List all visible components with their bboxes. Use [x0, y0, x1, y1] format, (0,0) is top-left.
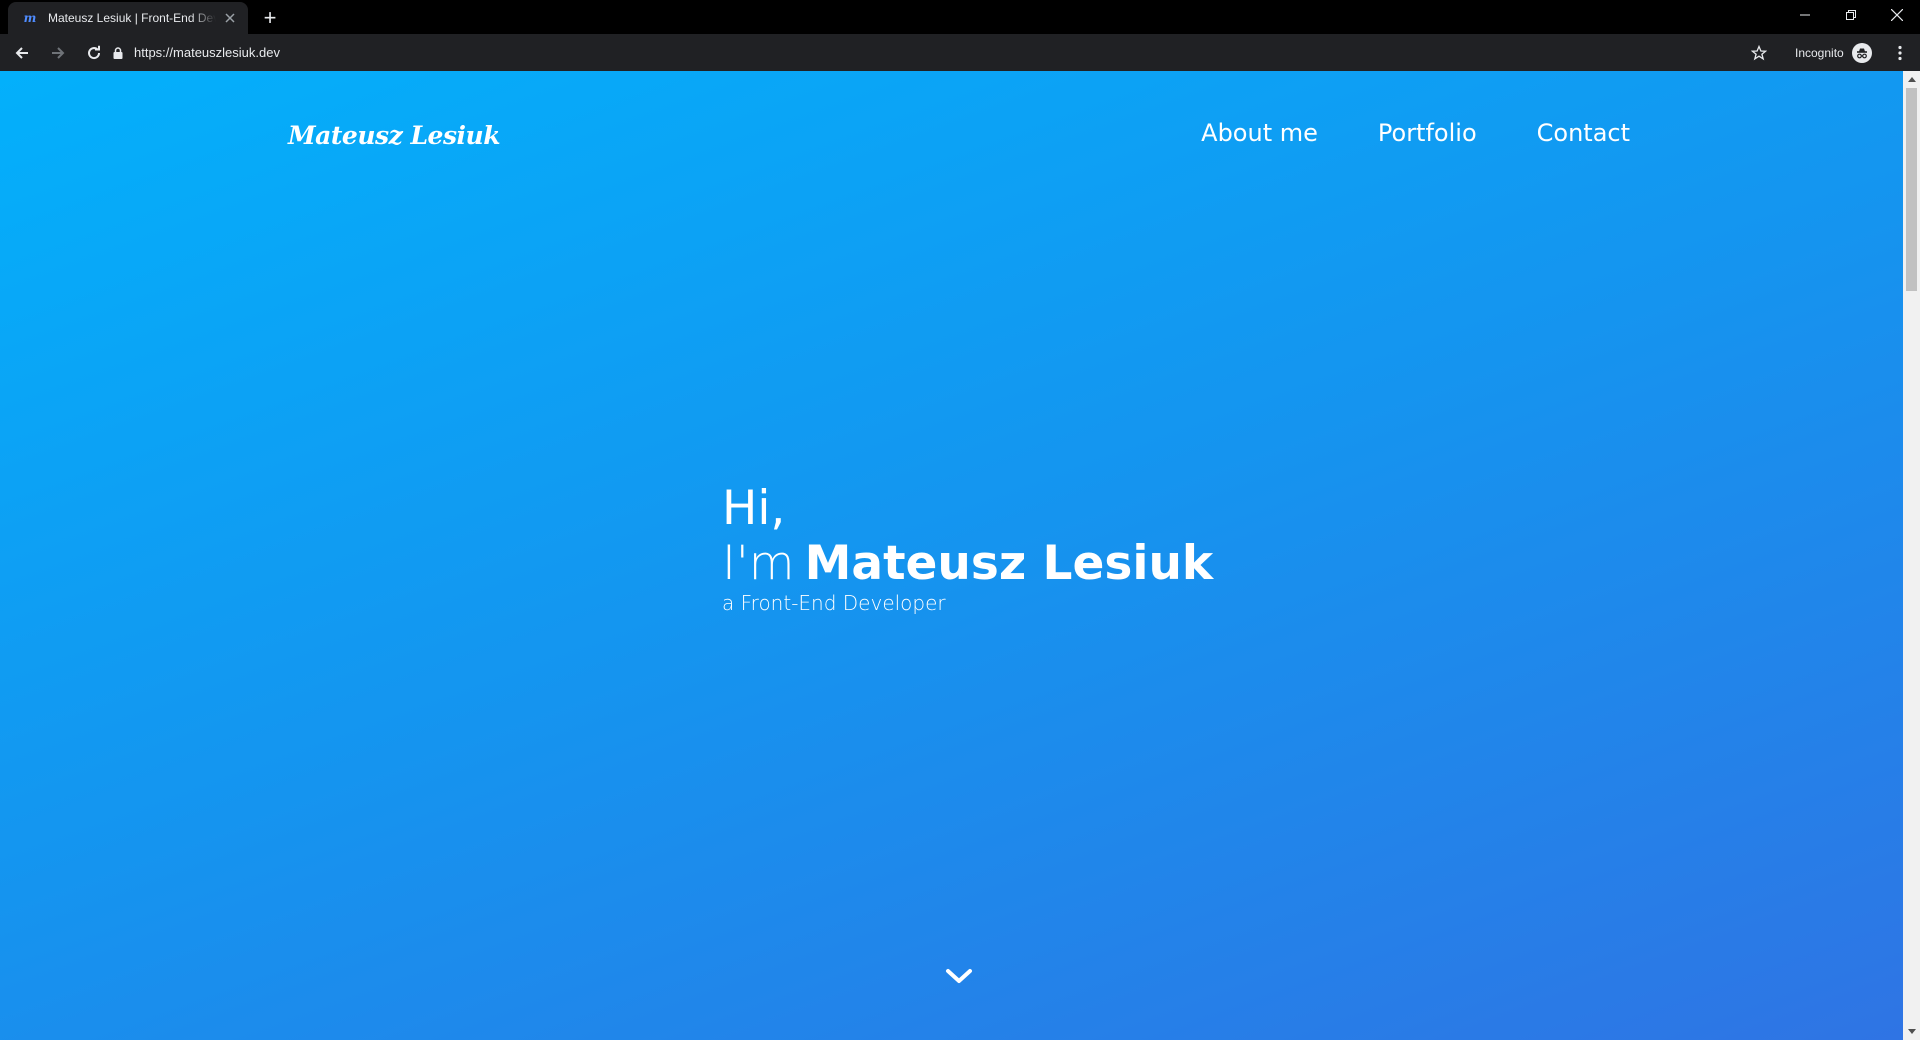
nav-link-portfolio[interactable]: Portfolio [1378, 119, 1477, 147]
site-logo[interactable]: Mateusz Lesiuk [288, 121, 501, 150]
hero-role: a Front-End Developer [722, 591, 946, 615]
greeting-name-line: I'm Mateusz Lesiuk [722, 540, 1213, 587]
browser-tab[interactable]: m Mateusz Lesiuk | Front-End Developer [8, 2, 248, 34]
new-tab-button[interactable]: + [258, 6, 282, 30]
forward-arrow-icon[interactable] [44, 39, 72, 67]
reload-icon[interactable] [80, 39, 108, 67]
page-viewport: Mateusz Lesiuk About me Portfolio Contac… [0, 71, 1920, 1040]
favicon-icon: m [23, 11, 37, 25]
browser-tab-bar: m Mateusz Lesiuk | Front-End Developer + [0, 0, 1920, 34]
scroll-up-arrow-icon[interactable] [1903, 71, 1920, 88]
close-window-icon[interactable] [1874, 0, 1920, 30]
hero-greeting: Hi, I'm Mateusz Lesiuk a Front-End Develo… [722, 485, 1213, 613]
scrollbar-thumb[interactable] [1906, 88, 1917, 291]
incognito-indicator[interactable]: Incognito [1795, 42, 1872, 64]
url-text: https://mateuszlesiuk.dev [134, 45, 280, 60]
chevron-down-icon[interactable] [942, 965, 976, 989]
greeting-im: I'm [722, 536, 795, 591]
minimize-icon[interactable] [1782, 0, 1828, 30]
greeting-hi: Hi, [722, 481, 786, 536]
window-controls [1782, 0, 1920, 30]
incognito-label: Incognito [1795, 46, 1844, 60]
incognito-icon [1851, 43, 1872, 63]
back-arrow-icon[interactable] [8, 39, 36, 67]
tab-title: Mateusz Lesiuk | Front-End Developer [48, 11, 216, 25]
main-nav: About me Portfolio Contact [1201, 119, 1630, 147]
hero-section: Mateusz Lesiuk About me Portfolio Contac… [0, 71, 1903, 1040]
restore-icon[interactable] [1828, 0, 1874, 30]
star-icon[interactable] [1749, 43, 1769, 63]
hero-name: Mateusz Lesiuk [804, 536, 1214, 591]
address-bar[interactable]: https://mateuszlesiuk.dev [110, 38, 1750, 67]
browser-toolbar: https://mateuszlesiuk.dev Incognito [0, 34, 1920, 71]
scroll-down-arrow-icon[interactable] [1903, 1023, 1920, 1040]
close-icon[interactable] [222, 10, 238, 26]
kebab-menu-icon[interactable] [1890, 42, 1910, 64]
nav-link-about-me[interactable]: About me [1201, 119, 1318, 147]
page-scrollbar[interactable] [1903, 71, 1920, 1040]
lock-icon[interactable] [110, 45, 126, 61]
nav-link-contact[interactable]: Contact [1537, 119, 1630, 147]
